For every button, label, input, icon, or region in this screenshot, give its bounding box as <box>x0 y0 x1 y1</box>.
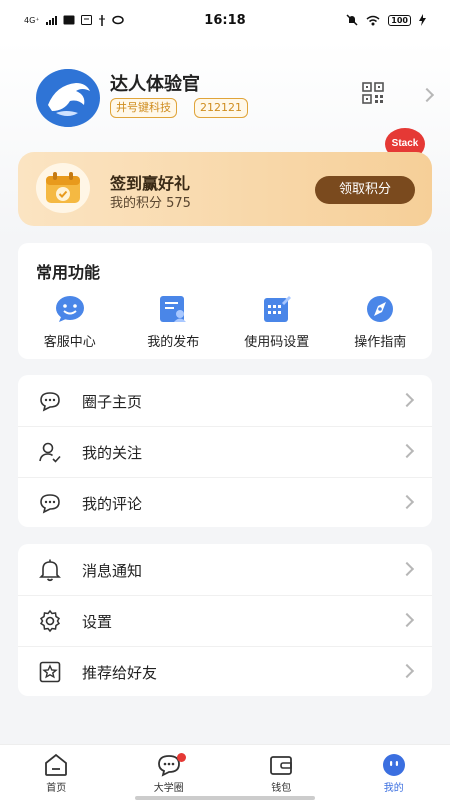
function-my-posts[interactable]: 我的发布 <box>122 295 226 351</box>
function-grid: 客服中心 我的发布 使用码设置 操作指南 <box>18 295 432 351</box>
tab-wallet[interactable]: 钱包 <box>225 745 338 800</box>
function-guide[interactable]: 操作指南 <box>329 295 433 351</box>
compass-icon <box>367 296 394 322</box>
section-title: 常用功能 <box>36 263 101 282</box>
chevron-right-icon[interactable] <box>419 87 435 103</box>
comment-icon <box>40 494 60 514</box>
cloud-icon <box>111 15 124 25</box>
wifi-icon <box>366 15 380 25</box>
checkin-title: 签到赢好礼 <box>110 174 191 193</box>
network-type: 4G⁺ <box>24 15 40 25</box>
chevron-right-icon <box>399 392 415 408</box>
function-label: 操作指南 <box>354 335 407 350</box>
tab-me[interactable]: 我的 <box>338 745 450 800</box>
org-badge: 井号键科技 <box>110 98 177 118</box>
tab-label: 我的 <box>383 783 404 794</box>
notification-dot <box>176 753 186 762</box>
status-time: 16:18 <box>204 12 246 28</box>
claim-points-button[interactable]: 领取积分 <box>315 176 415 204</box>
settings-list-card: 消息通知 设置 推荐给好友 <box>18 544 432 696</box>
function-label: 我的发布 <box>147 335 200 350</box>
signal-icon <box>45 15 57 25</box>
function-label: 客服中心 <box>43 335 96 350</box>
list-item-following[interactable]: 我的关注 <box>18 426 432 477</box>
gear-icon <box>39 609 61 633</box>
customer-service-icon <box>55 296 84 322</box>
tab-label: 钱包 <box>271 783 292 794</box>
tab-circle[interactable]: 大学圈 <box>113 745 226 800</box>
list-item-comments[interactable]: 我的评论 <box>18 477 432 528</box>
chevron-right-icon <box>399 443 415 459</box>
me-icon <box>382 754 405 776</box>
function-label: 使用码设置 <box>244 335 310 350</box>
chevron-right-icon <box>399 663 415 679</box>
battery-icon: 100 <box>388 14 411 26</box>
profile-header[interactable]: 达人体验官 井号键科技 212121 <box>36 66 436 128</box>
common-functions-card: 常用功能 客服中心 我的发布 使用码设置 操作指南 <box>18 243 432 359</box>
tab-label: 大学圈 <box>153 783 184 794</box>
home-icon <box>45 753 68 776</box>
chevron-right-icon <box>399 494 415 510</box>
id-badge: 212121 <box>194 98 248 118</box>
checkin-banner[interactable]: 签到赢好礼 我的积分 575 领取积分 <box>18 152 432 226</box>
chevron-right-icon <box>399 561 415 577</box>
tab-home[interactable]: 首页 <box>0 745 113 800</box>
list-item-circle-home[interactable]: 圈子主页 <box>18 375 432 426</box>
my-post-icon <box>160 296 187 322</box>
list-item-recommend[interactable]: 推荐给好友 <box>18 646 432 697</box>
qr-code-icon[interactable] <box>362 82 384 104</box>
user-check-icon <box>39 442 61 463</box>
list-item-label: 设置 <box>82 613 113 631</box>
mute-icon <box>346 14 358 26</box>
profile-name: 达人体验官 <box>110 74 200 95</box>
list-item-notifications[interactable]: 消息通知 <box>18 544 432 595</box>
list-item-label: 我的评论 <box>82 495 143 513</box>
calendar-icon <box>36 163 90 213</box>
tab-label: 首页 <box>46 783 67 794</box>
usb-icon <box>98 14 105 26</box>
points-text: 我的积分 575 <box>110 196 191 211</box>
list-item-settings[interactable]: 设置 <box>18 595 432 646</box>
list-item-label: 推荐给好友 <box>82 664 158 682</box>
bell-icon <box>39 559 61 582</box>
hd-icon <box>63 15 75 25</box>
list-item-label: 我的关注 <box>82 444 143 462</box>
status-bar: 4G⁺ 16:18 100 <box>0 0 450 40</box>
bottom-tab-bar: 首页 大学圈 钱包 我的 <box>0 744 450 800</box>
function-customer-service[interactable]: 客服中心 <box>18 295 122 351</box>
status-right: 100 <box>346 14 426 26</box>
message-icon <box>80 15 92 25</box>
chevron-right-icon <box>399 612 415 628</box>
chat-bubble-icon <box>40 392 60 412</box>
code-settings-icon <box>263 296 291 322</box>
avatar[interactable] <box>36 69 100 127</box>
home-indicator <box>135 796 315 800</box>
list-item-label: 消息通知 <box>82 562 143 580</box>
function-code-settings[interactable]: 使用码设置 <box>225 295 329 351</box>
charging-icon <box>419 14 426 26</box>
star-share-icon <box>39 661 61 683</box>
community-list-card: 圈子主页 我的关注 我的评论 <box>18 375 432 527</box>
list-item-label: 圈子主页 <box>82 393 143 411</box>
wallet-icon <box>270 756 293 775</box>
status-left: 4G⁺ <box>24 14 124 26</box>
